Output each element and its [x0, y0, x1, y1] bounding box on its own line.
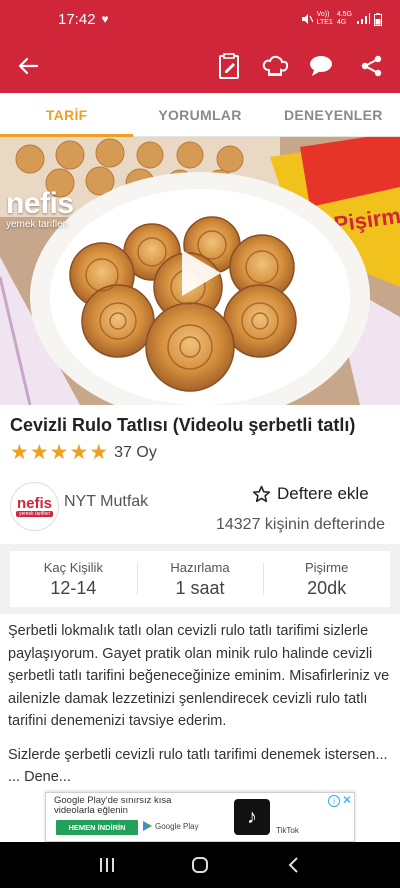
- ad-google-play: Google Play: [143, 821, 199, 831]
- rating: ★ ★ ★ ★ ★ 37 Oy: [10, 442, 157, 464]
- vote-count: 37 Oy: [114, 444, 157, 461]
- info-prep: Hazırlama 1 saat: [136, 551, 264, 607]
- google-play-icon: [143, 821, 152, 831]
- description-paragraph: Şerbetli lokmalık tatlı olan cevizli rul…: [8, 623, 390, 729]
- recipe-video[interactable]: Pişirm nefis yemek tarifleri: [0, 137, 400, 405]
- recents-icon: [99, 858, 114, 872]
- share-button[interactable]: [352, 38, 392, 93]
- heart-icon: ♥: [101, 12, 109, 26]
- network-type-bottom: 4G: [336, 19, 347, 26]
- info-label: Hazırlama: [170, 559, 230, 575]
- play-icon: [182, 250, 221, 296]
- star-outline-icon: [252, 485, 271, 503]
- comment-icon: [310, 55, 332, 76]
- recipe-info: Kaç Kişilik 12-14 Hazırlama 1 saat Pişir…: [0, 544, 400, 614]
- tiktok-icon: ♪: [234, 799, 270, 835]
- save-count: 14327 kişinin defterinde: [215, 516, 385, 533]
- network-bottom: LTE1: [316, 19, 333, 26]
- ad-app-label: TikTok: [276, 826, 299, 835]
- status-time: 17:42: [58, 10, 96, 28]
- notebook-button[interactable]: [209, 38, 249, 93]
- status-icons: Vo)) LTE1 4.5G 4G: [301, 11, 382, 27]
- ad-store-label: Google Play: [155, 821, 199, 831]
- info-cook: Pişirme 20dk: [263, 551, 390, 607]
- back-button[interactable]: [8, 38, 48, 93]
- ad-banner[interactable]: Google Play'de sınırsız kısa videolarla …: [45, 792, 355, 842]
- video-logo: nefis yemek tarifleri: [6, 187, 74, 230]
- star-icon: ★: [10, 441, 29, 464]
- author-avatar[interactable]: nefis yemek tarifleri: [10, 482, 59, 531]
- save-label: Deftere ekle: [277, 484, 369, 503]
- star-icon: ★: [89, 441, 109, 464]
- network-label: Vo)) LTE1: [317, 11, 333, 27]
- author-logo-subtext: yemek tarifleri: [15, 511, 54, 517]
- notebook-icon: [219, 52, 239, 79]
- info-value: 12-14: [50, 577, 97, 598]
- share-icon: [361, 55, 382, 76]
- tab-recipe[interactable]: TARİF: [0, 93, 134, 137]
- video-logo-subtext: yemek tarifleri: [6, 219, 69, 230]
- network-type: 4.5G 4G: [337, 11, 352, 27]
- status-bar: 17:42 ♥ Vo)) LTE1 4.5G 4G: [0, 0, 400, 38]
- save-to-notebook-button[interactable]: Deftere ekle: [252, 484, 369, 504]
- author-logo-text: nefis: [16, 495, 52, 512]
- home-button[interactable]: [180, 845, 220, 885]
- system-nav-bar: [0, 842, 400, 888]
- author-name[interactable]: NYT Mutfak: [64, 493, 148, 511]
- info-servings: Kaç Kişilik 12-14: [10, 551, 137, 607]
- tab-comments[interactable]: YORUMLAR: [133, 93, 266, 136]
- ad-install-button[interactable]: HEMEN İNDİRİN: [56, 820, 138, 835]
- network-top: Vo)): [316, 11, 330, 18]
- mute-icon: [301, 14, 313, 24]
- recipe-description: Şerbetli lokmalık tatlı olan cevizli rul…: [8, 620, 392, 789]
- star-icon: ★: [29, 441, 49, 464]
- back-arrow-icon: [18, 57, 38, 74]
- info-value: 20dk: [307, 577, 347, 598]
- info-label: Pişirme: [305, 559, 349, 575]
- video-logo-text: nefis: [6, 187, 74, 220]
- network-type-top: 4.5G: [336, 11, 352, 18]
- chef-button[interactable]: [255, 38, 295, 93]
- recents-button[interactable]: [87, 845, 127, 885]
- chef-hat-icon: [262, 55, 288, 76]
- recipe-title: Cevizli Rulo Tatlısı (Videolu şerbetli t…: [10, 415, 356, 435]
- star-icon: ★: [49, 441, 69, 464]
- ad-info-icon[interactable]: i: [328, 795, 340, 807]
- signal-icon: [357, 13, 370, 24]
- info-box: Kaç Kişilik 12-14 Hazırlama 1 saat Pişir…: [10, 551, 390, 607]
- ad-close-icon[interactable]: ✕: [341, 794, 353, 807]
- info-value: 1 saat: [175, 577, 225, 598]
- ad-text: Google Play'de sınırsız kısa videolarla …: [54, 795, 172, 816]
- battery-icon: [374, 12, 382, 26]
- home-icon: [191, 857, 208, 873]
- star-icon: ★: [69, 441, 89, 464]
- tab-tried[interactable]: DENEYENLER: [267, 93, 400, 136]
- info-label: Kaç Kişilik: [43, 559, 103, 575]
- description-paragraph: Sizlerde şerbetli cevizli rulo tatlı tar…: [8, 746, 388, 786]
- system-back-button[interactable]: [273, 845, 313, 885]
- toolbar: [0, 38, 400, 93]
- chevron-left-icon: [288, 857, 299, 873]
- tab-bar: TARİF YORUMLAR DENEYENLER: [0, 93, 400, 137]
- play-button[interactable]: [178, 247, 224, 299]
- comments-button[interactable]: [301, 38, 341, 93]
